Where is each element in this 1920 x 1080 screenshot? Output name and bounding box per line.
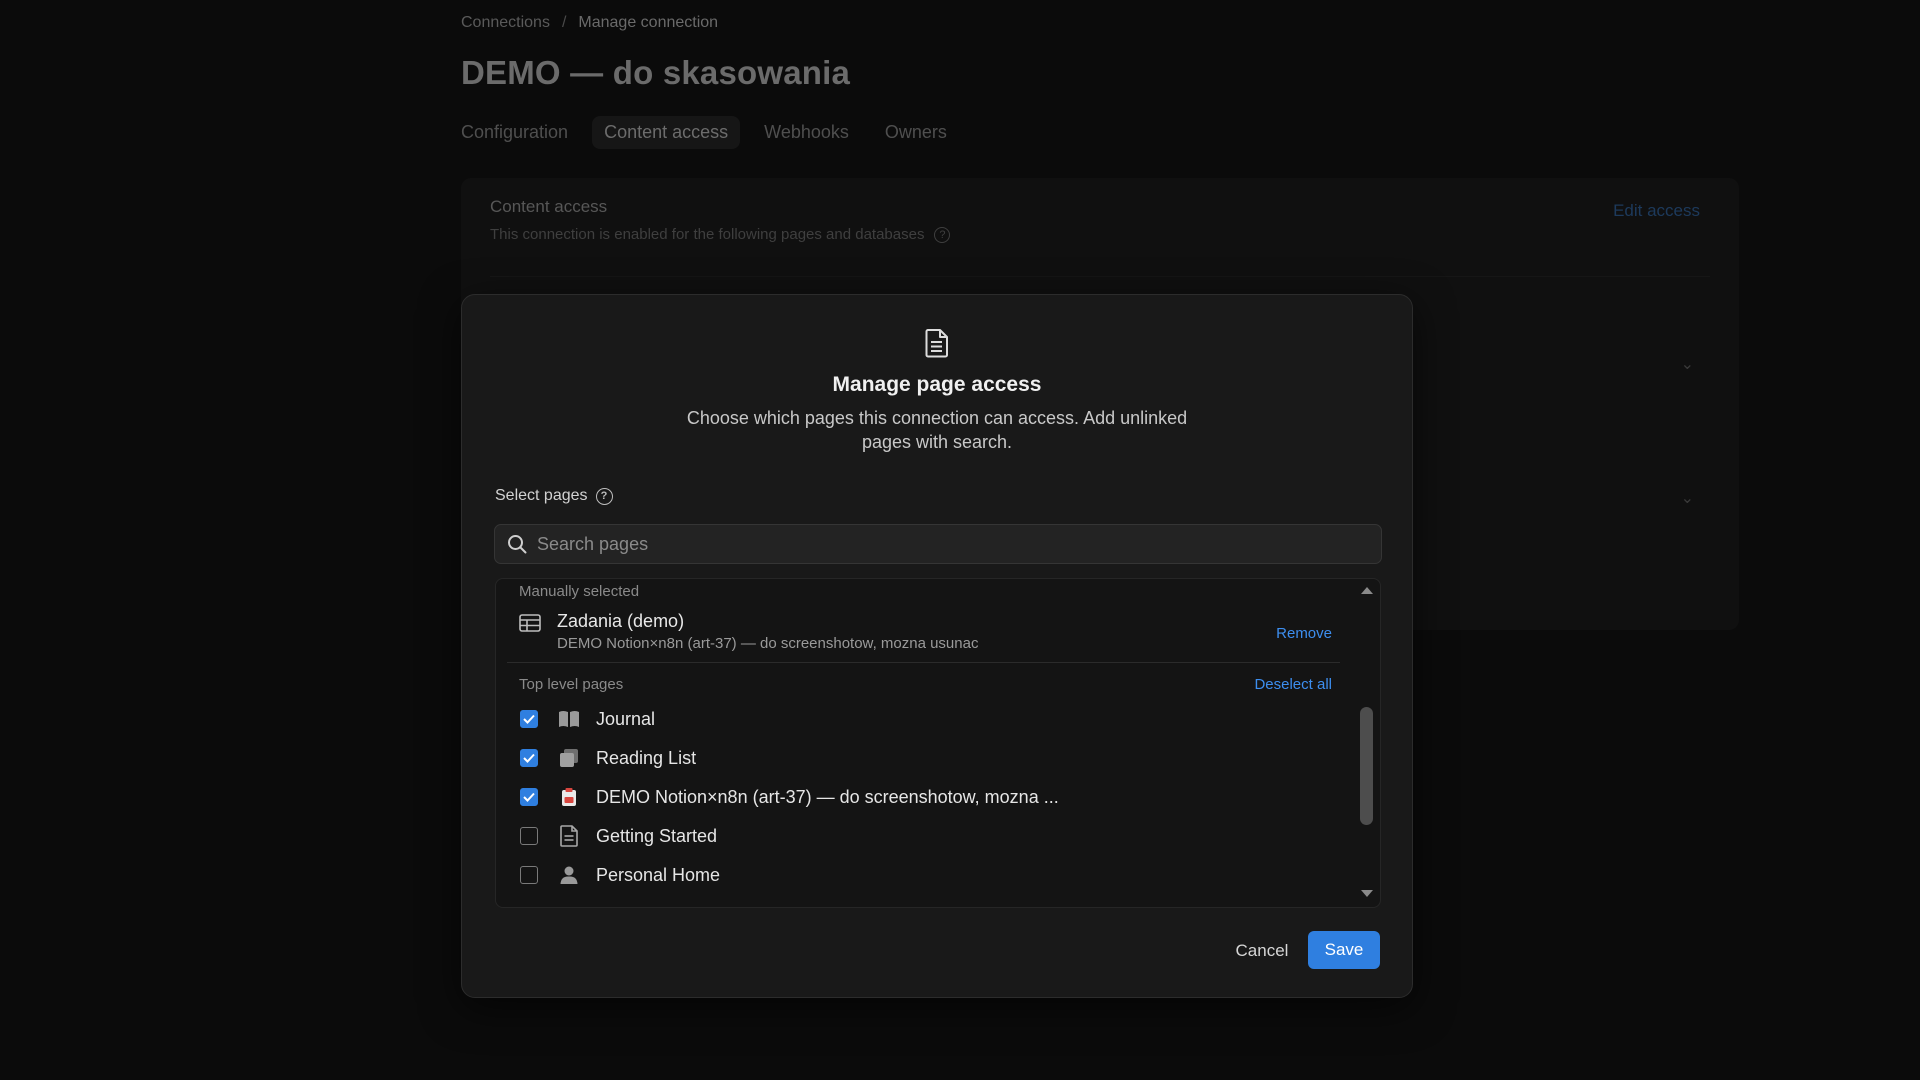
select-pages-label: Select pages ?: [495, 487, 613, 505]
deselect-all-button[interactable]: Deselect all: [1254, 676, 1332, 693]
manually-selected-header: Manually selected: [519, 583, 640, 600]
page-row-personal-home[interactable]: Personal Home: [520, 860, 1320, 890]
table-icon: [519, 614, 541, 632]
checkbox-checked[interactable]: [520, 788, 538, 806]
page-row-getting-started[interactable]: Getting Started: [520, 821, 1320, 851]
clipboard-icon: [558, 786, 580, 808]
tab-content-access[interactable]: Content access: [592, 116, 741, 149]
modal-description: Choose which pages this connection can a…: [686, 408, 1188, 452]
remove-button[interactable]: Remove: [1276, 625, 1332, 642]
breadcrumb-separator: /: [561, 14, 567, 31]
manual-item-subtitle: DEMO Notion×n8n (art-37) — do screenshot…: [557, 635, 979, 652]
check-icon: [523, 753, 535, 763]
checkbox-unchecked[interactable]: [520, 827, 538, 845]
select-pages-text: Select pages: [495, 487, 588, 504]
page-row-journal[interactable]: Journal: [520, 704, 1320, 734]
card-title: Content access: [490, 197, 608, 216]
cancel-button[interactable]: Cancel: [1214, 932, 1310, 970]
card-subtitle: This connection is enabled for the follo…: [490, 226, 951, 243]
manage-page-access-modal: Manage page access Choose which pages th…: [461, 294, 1413, 998]
page-label: Personal Home: [596, 864, 721, 885]
chevron-down-icon[interactable]: ⌄: [1681, 488, 1694, 508]
help-icon[interactable]: ?: [595, 487, 613, 505]
top-level-pages-header: Top level pages: [519, 676, 624, 693]
tab-bar: Configuration Content access Webhooks Ow…: [461, 116, 959, 149]
help-icon[interactable]: ?: [934, 226, 951, 243]
breadcrumb: Connections / Manage connection: [461, 14, 718, 32]
breadcrumb-current: Manage connection: [578, 14, 719, 31]
page-label: DEMO Notion×n8n (art-37) — do screenshot…: [596, 786, 1059, 807]
check-icon: [523, 792, 535, 802]
page-label: Getting Started: [596, 825, 718, 846]
stack-icon: [558, 747, 580, 769]
scroll-thumb[interactable]: [1360, 707, 1373, 825]
edit-access-link[interactable]: Edit access: [1613, 201, 1700, 221]
page-list[interactable]: Manually selected Zadania (demo) DEMO No…: [495, 578, 1381, 908]
person-icon: [558, 864, 580, 886]
manual-selected-item: Zadania (demo) DEMO Notion×n8n (art-37) …: [519, 611, 1329, 657]
modal-title: Manage page access: [832, 373, 1042, 396]
breadcrumb-connections[interactable]: Connections: [461, 14, 550, 32]
document-icon: [925, 329, 948, 358]
manual-item-title: Zadania (demo): [557, 611, 685, 631]
search-icon: [508, 535, 527, 554]
tab-configuration[interactable]: Configuration: [461, 116, 580, 149]
checkbox-unchecked[interactable]: [520, 866, 538, 884]
page-icon: [558, 825, 580, 847]
chevron-down-icon[interactable]: ⌄: [1681, 354, 1694, 374]
check-icon: [523, 714, 535, 724]
page-label: Reading List: [596, 747, 697, 768]
page-row-demo-notion[interactable]: DEMO Notion×n8n (art-37) — do screenshot…: [520, 782, 1320, 812]
checkbox-checked[interactable]: [520, 710, 538, 728]
scroll-up-arrow-icon[interactable]: [1361, 587, 1373, 594]
page-label: Journal: [596, 708, 656, 729]
search-input[interactable]: [537, 533, 1357, 555]
card-subtitle-text: This connection is enabled for the follo…: [490, 226, 925, 243]
scrollbar[interactable]: [1358, 579, 1374, 907]
book-icon: [558, 708, 580, 730]
scroll-down-arrow-icon[interactable]: [1361, 890, 1373, 897]
divider: [507, 662, 1340, 663]
page-title: DEMO — do skasowania: [461, 54, 851, 91]
search-box[interactable]: [494, 524, 1382, 564]
tab-webhooks[interactable]: Webhooks: [752, 116, 861, 149]
page-row-reading-list[interactable]: Reading List: [520, 743, 1320, 773]
tab-owners[interactable]: Owners: [873, 116, 959, 149]
checkbox-checked[interactable]: [520, 749, 538, 767]
save-button[interactable]: Save: [1308, 931, 1380, 969]
